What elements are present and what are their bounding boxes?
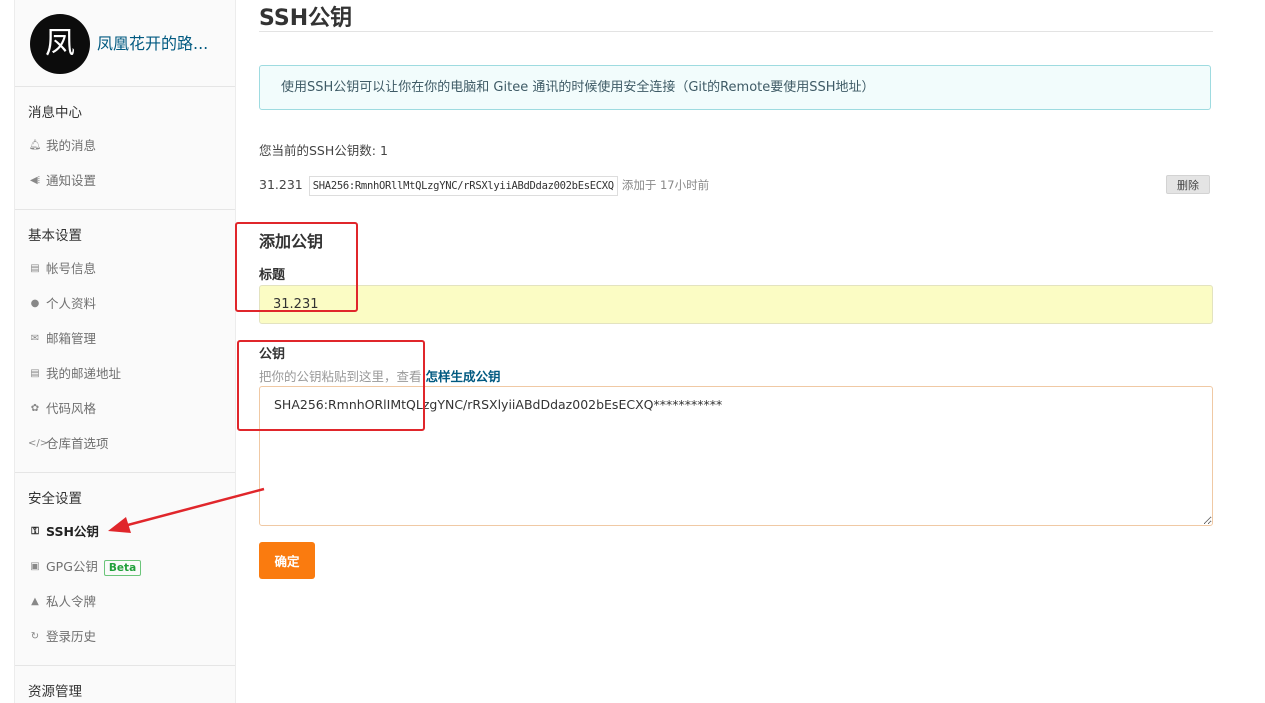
annotation-arrow-icon (108, 487, 265, 533)
